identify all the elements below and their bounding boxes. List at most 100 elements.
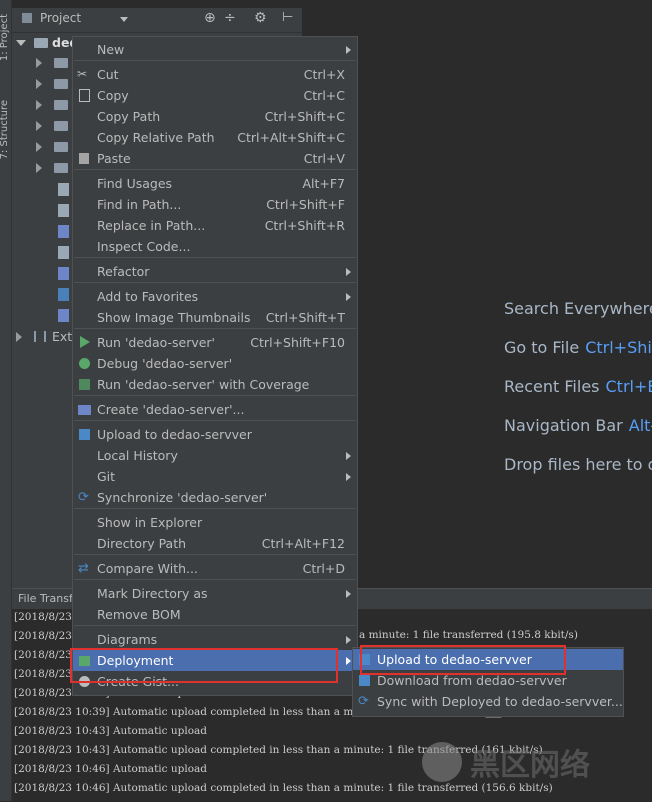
menu-item-copy-path[interactable]: Copy Path Ctrl+Shift+C bbox=[73, 106, 357, 127]
chevron-down-icon[interactable] bbox=[120, 17, 128, 22]
menu-item-shortcut: Alt+F7 bbox=[302, 176, 345, 191]
tab-structure[interactable]: 7: Structure bbox=[0, 100, 10, 159]
log-line: [2018/8/23 10:43] Automatic upload bbox=[14, 725, 208, 737]
menu-separator bbox=[74, 508, 356, 509]
menu-item-label: Create 'dedao-server'... bbox=[97, 402, 245, 417]
menu-item-label: Synchronize 'dedao-server' bbox=[97, 490, 268, 505]
menu-item-label: Run 'dedao-server' with Coverage bbox=[97, 377, 310, 392]
watermark-text: 黑区网络 bbox=[470, 748, 590, 783]
menu-item-copy-relative-path[interactable]: Copy Relative Path Ctrl+Alt+Shift+C bbox=[73, 127, 357, 148]
submenu-arrow-icon bbox=[346, 46, 351, 54]
sync-icon: ⟳ bbox=[78, 490, 89, 505]
tree-folder[interactable] bbox=[14, 158, 74, 178]
menu-item-refactor[interactable]: Refactor bbox=[73, 261, 357, 282]
menu-item-mark-directory-as[interactable]: Mark Directory as bbox=[73, 583, 357, 604]
menu-item-label: Copy Path bbox=[97, 109, 161, 124]
tree-folder[interactable] bbox=[14, 137, 74, 157]
hint-drop-files: Drop files here to o bbox=[504, 455, 652, 474]
menu-item-label: New bbox=[97, 42, 125, 57]
hide-icon[interactable]: ⊢ bbox=[282, 10, 293, 25]
download-icon bbox=[358, 674, 371, 687]
submenu-arrow-icon bbox=[346, 473, 351, 481]
menu-item-compare-with[interactable]: ⇄ Compare With... Ctrl+D bbox=[73, 558, 357, 579]
copy-icon bbox=[78, 89, 91, 102]
menu-item-shortcut: Ctrl+Shift+F10 bbox=[250, 335, 345, 350]
menu-separator bbox=[74, 579, 356, 580]
menu-item-shortcut: Ctrl+Shift+C bbox=[264, 109, 345, 124]
menu-item-label: Remove BOM bbox=[97, 607, 181, 622]
menu-item-show-in-explorer[interactable]: Show in Explorer bbox=[73, 512, 357, 533]
php-file-icon bbox=[58, 309, 69, 322]
menu-item-label: Compare With... bbox=[97, 561, 198, 576]
menu-item-add-to-favorites[interactable]: Add to Favorites bbox=[73, 286, 357, 307]
menu-item-git[interactable]: Git bbox=[73, 466, 357, 487]
submenu-arrow-icon bbox=[346, 293, 351, 301]
menu-item-shortcut: Ctrl+D bbox=[302, 561, 345, 576]
menu-item-label: Git bbox=[97, 469, 116, 484]
menu-separator bbox=[74, 625, 356, 626]
menu-item-label: Mark Directory as bbox=[97, 586, 208, 601]
menu-item-directory-path[interactable]: Directory Path Ctrl+Alt+F12 bbox=[73, 533, 357, 554]
menu-item-label: Find in Path... bbox=[97, 197, 182, 212]
menu-item-show-image-thumbnails[interactable]: Show Image Thumbnails Ctrl+Shift+T bbox=[73, 307, 357, 328]
submenu-item-sync-with-deployed-to-dedao-servver[interactable]: ⟳ Sync with Deployed to dedao-servver... bbox=[353, 691, 623, 712]
menu-item-find-in-path[interactable]: Find in Path... Ctrl+Shift+F bbox=[73, 194, 357, 215]
gear-icon[interactable]: ⚙ bbox=[254, 10, 267, 26]
log-line: [2018/8/23 bbox=[14, 630, 72, 642]
menu-item-run-dedao-server-with-coverage[interactable]: Run 'dedao-server' with Coverage bbox=[73, 374, 357, 395]
menu-item-paste[interactable]: Paste Ctrl+V bbox=[73, 148, 357, 169]
menu-item-diagrams[interactable]: Diagrams bbox=[73, 629, 357, 650]
menu-item-replace-in-path[interactable]: Replace in Path... Ctrl+Shift+R bbox=[73, 215, 357, 236]
tool-window-strip: 1: Project 7: Structure bbox=[0, 0, 12, 801]
menu-item-run-dedao-server[interactable]: Run 'dedao-server' Ctrl+Shift+F10 bbox=[73, 332, 357, 353]
tree-folder[interactable] bbox=[14, 116, 74, 136]
file-icon bbox=[58, 183, 69, 196]
menu-item-label: Add to Favorites bbox=[97, 289, 199, 304]
file-icon bbox=[58, 204, 69, 217]
folder-icon bbox=[34, 38, 48, 48]
debug-icon bbox=[78, 357, 91, 370]
sync-icon: ⟳ bbox=[358, 694, 369, 709]
menu-separator bbox=[74, 60, 356, 61]
folder-icon bbox=[54, 163, 68, 173]
menu-item-create-dedao-server[interactable]: Create 'dedao-server'... bbox=[73, 399, 357, 420]
tree-folder[interactable] bbox=[14, 53, 74, 73]
expand-icon bbox=[16, 40, 26, 46]
file-transfer-title: File Transfe bbox=[18, 592, 80, 605]
submenu-arrow-icon bbox=[346, 636, 351, 644]
menu-item-copy[interactable]: Copy Ctrl+C bbox=[73, 85, 357, 106]
run-icon bbox=[78, 336, 91, 349]
watermark: 黑区网络 bbox=[418, 736, 648, 796]
menu-item-shortcut: Ctrl+Alt+F12 bbox=[261, 536, 345, 551]
highlight-upload bbox=[360, 645, 566, 675]
folder-icon bbox=[54, 100, 68, 110]
menu-item-synchronize-dedao-server[interactable]: ⟳ Synchronize 'dedao-server' bbox=[73, 487, 357, 508]
menu-item-label: Replace in Path... bbox=[97, 218, 206, 233]
menu-item-debug-dedao-server[interactable]: Debug 'dedao-server' bbox=[73, 353, 357, 374]
menu-item-label: Upload to dedao-servver bbox=[97, 427, 252, 442]
hint-search-everywhere: Search Everywhere bbox=[504, 299, 652, 318]
menu-item-local-history[interactable]: Local History bbox=[73, 445, 357, 466]
menu-separator bbox=[74, 169, 356, 170]
collapse-icon[interactable]: ÷ bbox=[224, 10, 236, 26]
tab-project[interactable]: 1: Project bbox=[0, 14, 10, 61]
menu-item-inspect-code[interactable]: Inspect Code... bbox=[73, 236, 357, 257]
menu-item-label: Paste bbox=[97, 151, 131, 166]
scissors-icon: ✂ bbox=[77, 67, 88, 81]
menu-item-label: Local History bbox=[97, 448, 178, 463]
menu-item-new[interactable]: New bbox=[73, 39, 357, 60]
menu-item-remove-bom[interactable]: Remove BOM bbox=[73, 604, 357, 625]
folder-icon bbox=[54, 58, 68, 68]
menu-item-upload-to-dedao-servver[interactable]: Upload to dedao-servver bbox=[73, 424, 357, 445]
menu-item-find-usages[interactable]: Find Usages Alt+F7 bbox=[73, 173, 357, 194]
coverage-icon bbox=[78, 378, 91, 391]
menu-item-shortcut: Ctrl+Alt+Shift+C bbox=[237, 130, 345, 145]
tree-folder[interactable] bbox=[14, 74, 74, 94]
log-line: [2018/8/23 bbox=[14, 649, 72, 661]
tree-folder[interactable] bbox=[14, 95, 74, 115]
project-title[interactable]: Project bbox=[40, 11, 81, 25]
locate-icon[interactable]: ⊕ bbox=[204, 10, 216, 26]
menu-separator bbox=[74, 257, 356, 258]
menu-item-cut[interactable]: ✂ Cut Ctrl+X bbox=[73, 64, 357, 85]
menu-item-shortcut: Ctrl+Shift+T bbox=[265, 310, 345, 325]
